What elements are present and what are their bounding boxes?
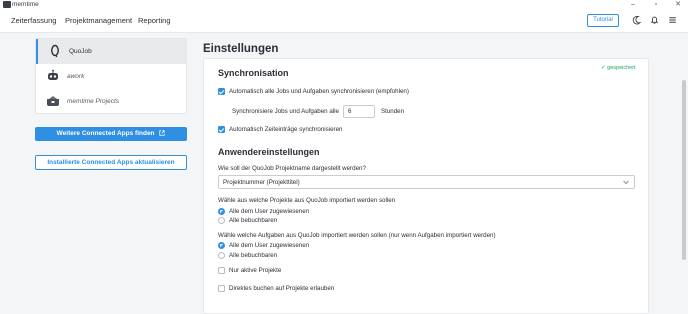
auto-sync-label: Automatisch alle Jobs und Aufgaben synch… [229,88,409,95]
app-item-quojob[interactable]: QuoJob [36,39,186,64]
direct-booking-checkbox[interactable] [218,285,225,292]
bell-icon[interactable] [649,14,660,26]
sync-interval-prefix: Synchronisiere Jobs und Aufgaben alle [232,108,339,115]
project-name-question: Wie soll der QuoJob Projektname dargeste… [218,165,366,172]
app-logo-icon [3,1,11,8]
auto-time-sync-checkbox[interactable] [218,126,225,133]
settings-card: ✓ gespeichert Synchronisation Automatisc… [203,58,649,314]
maximize-icon[interactable]: ▫ [651,0,661,9]
auto-time-sync-label: Automatisch Zeiteinträge synchronisieren [229,126,343,133]
connected-apps-list: QuoJob awork memtime Projects [35,38,187,114]
user-settings-title: Anwendereinstellungen [218,147,320,157]
app-name: memtime [12,1,39,8]
tutorial-button[interactable]: Tutorial [587,14,619,27]
tasks-option-assigned-label: Alle dem User zugewiesenen [229,242,310,249]
auto-sync-checkbox[interactable] [218,88,225,95]
app-item-label: QuoJob [69,48,92,55]
nav-item-zeiterfassung[interactable]: Zeiterfassung [11,16,56,26]
page-title: Einstellungen [203,43,279,55]
project-name-select[interactable]: Projektnummer (Projekttitel) [218,175,635,189]
direct-booking-label: Direktes buchen auf Projekte erlauben [229,285,335,292]
sync-section-title: Synchronisation [218,68,289,78]
tasks-option-bookable-radio[interactable] [218,252,225,259]
top-navigation: Zeiterfassung Projektmanagement Reportin… [0,10,688,33]
check-icon: ✓ [601,65,606,71]
awork-icon [48,69,58,80]
chevron-down-icon [623,180,629,185]
find-connected-apps-label: Weitere Connected Apps finden [56,130,155,137]
update-connected-apps-button[interactable]: Installierte Connected Apps aktualisiere… [35,155,187,170]
projects-question: Wähle aus welche Projekte aus QuoJob imp… [218,197,396,204]
app-item-label: memtime Projects [67,98,120,105]
close-icon[interactable]: ✕ [673,0,683,9]
find-connected-apps-button[interactable]: Weitere Connected Apps finden [35,127,187,141]
external-link-icon [159,129,165,136]
tasks-option-bookable-label: Alle bebuchbaren [229,252,278,259]
project-name-value: Projektnummer (Projekttitel) [223,179,300,186]
moon-icon[interactable] [631,14,642,26]
tasks-question: Wähle welche Aufgaben aus QuoJob importi… [218,232,496,239]
saved-status: ✓ gespeichert [601,65,636,72]
sync-interval-input[interactable]: 6 [343,105,375,118]
window-titlebar: memtime – ▫ ✕ [0,0,688,10]
only-active-projects-checkbox[interactable] [218,267,225,274]
projects-option-bookable-label: Alle bebuchbaren [229,217,278,224]
projects-option-assigned-label: Alle dem User zugewiesenen [229,208,310,215]
memtime-projects-icon [47,96,59,106]
main-scrollbar[interactable] [682,80,686,260]
nav-item-reporting[interactable]: Reporting [138,16,171,26]
app-item-memtime-projects[interactable]: memtime Projects [36,89,186,113]
menu-icon[interactable] [667,14,678,26]
minimize-icon[interactable]: – [628,0,638,9]
saved-label: gespeichert [607,65,636,71]
nav-item-projektmanagement[interactable]: Projektmanagement [65,16,132,26]
quojob-icon [51,44,59,58]
projects-option-bookable-radio[interactable] [218,217,225,224]
tasks-option-assigned-radio[interactable] [218,242,225,249]
sync-interval-suffix: Stunden [381,108,405,115]
app-item-label: awork [67,73,85,80]
only-active-projects-label: Nur aktive Projekte [229,267,282,274]
app-item-awork[interactable]: awork [36,64,186,89]
projects-option-assigned-radio[interactable] [218,208,225,215]
